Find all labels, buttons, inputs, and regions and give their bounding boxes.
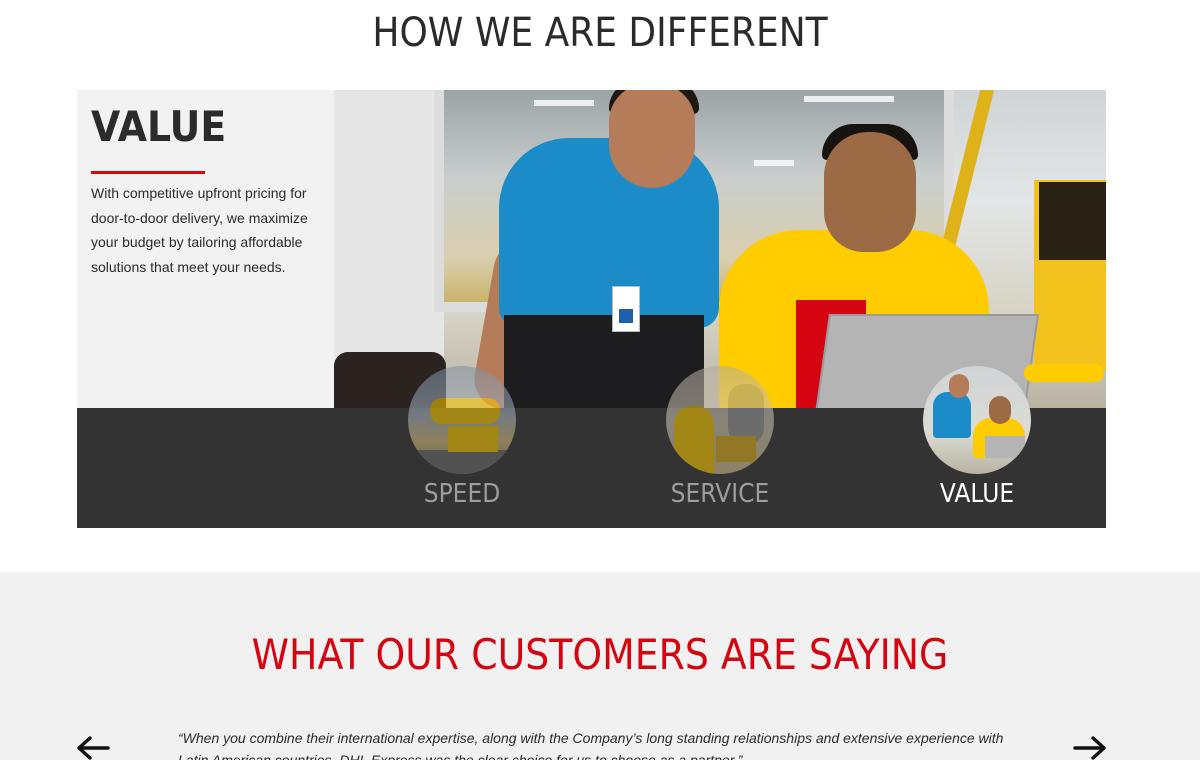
tab-label: VALUE <box>939 479 1015 509</box>
arrow-right-icon[interactable] <box>1073 736 1107 760</box>
feature-showcase: VALUE With competitive upfront pricing f… <box>77 90 1106 528</box>
tab-label: SPEED <box>423 479 501 509</box>
tab-speed[interactable]: SPEED <box>408 366 516 528</box>
testimonial-quote: “When you combine their international ex… <box>178 730 1004 760</box>
model-plane <box>1024 364 1104 382</box>
tab-label: SERVICE <box>670 479 770 509</box>
hero-photo <box>334 90 1106 408</box>
testimonials-title: WHAT OUR CUSTOMERS ARE SAYING <box>251 630 949 679</box>
plane-and-van-thumbnail <box>408 366 516 474</box>
feature-description: With competitive upfront pricing for doo… <box>91 185 308 275</box>
feature-heading: VALUE <box>91 102 227 151</box>
arrow-left-icon[interactable] <box>76 736 110 760</box>
courier-delivery-thumbnail <box>666 366 774 474</box>
heading-divider <box>91 171 205 174</box>
feature-text-panel: VALUE With competitive upfront pricing f… <box>77 90 334 408</box>
tab-service[interactable]: SERVICE <box>666 366 774 528</box>
section-title: HOW WE ARE DIFFERENT <box>372 10 828 56</box>
how-we-are-different-section: HOW WE ARE DIFFERENT VALUE With competit… <box>0 0 1200 572</box>
tab-value[interactable]: VALUE <box>923 366 1031 528</box>
team-at-laptop-thumbnail <box>923 366 1031 474</box>
testimonials-section: WHAT OUR CUSTOMERS ARE SAYING “When you … <box>0 572 1200 760</box>
id-badge <box>612 286 640 332</box>
